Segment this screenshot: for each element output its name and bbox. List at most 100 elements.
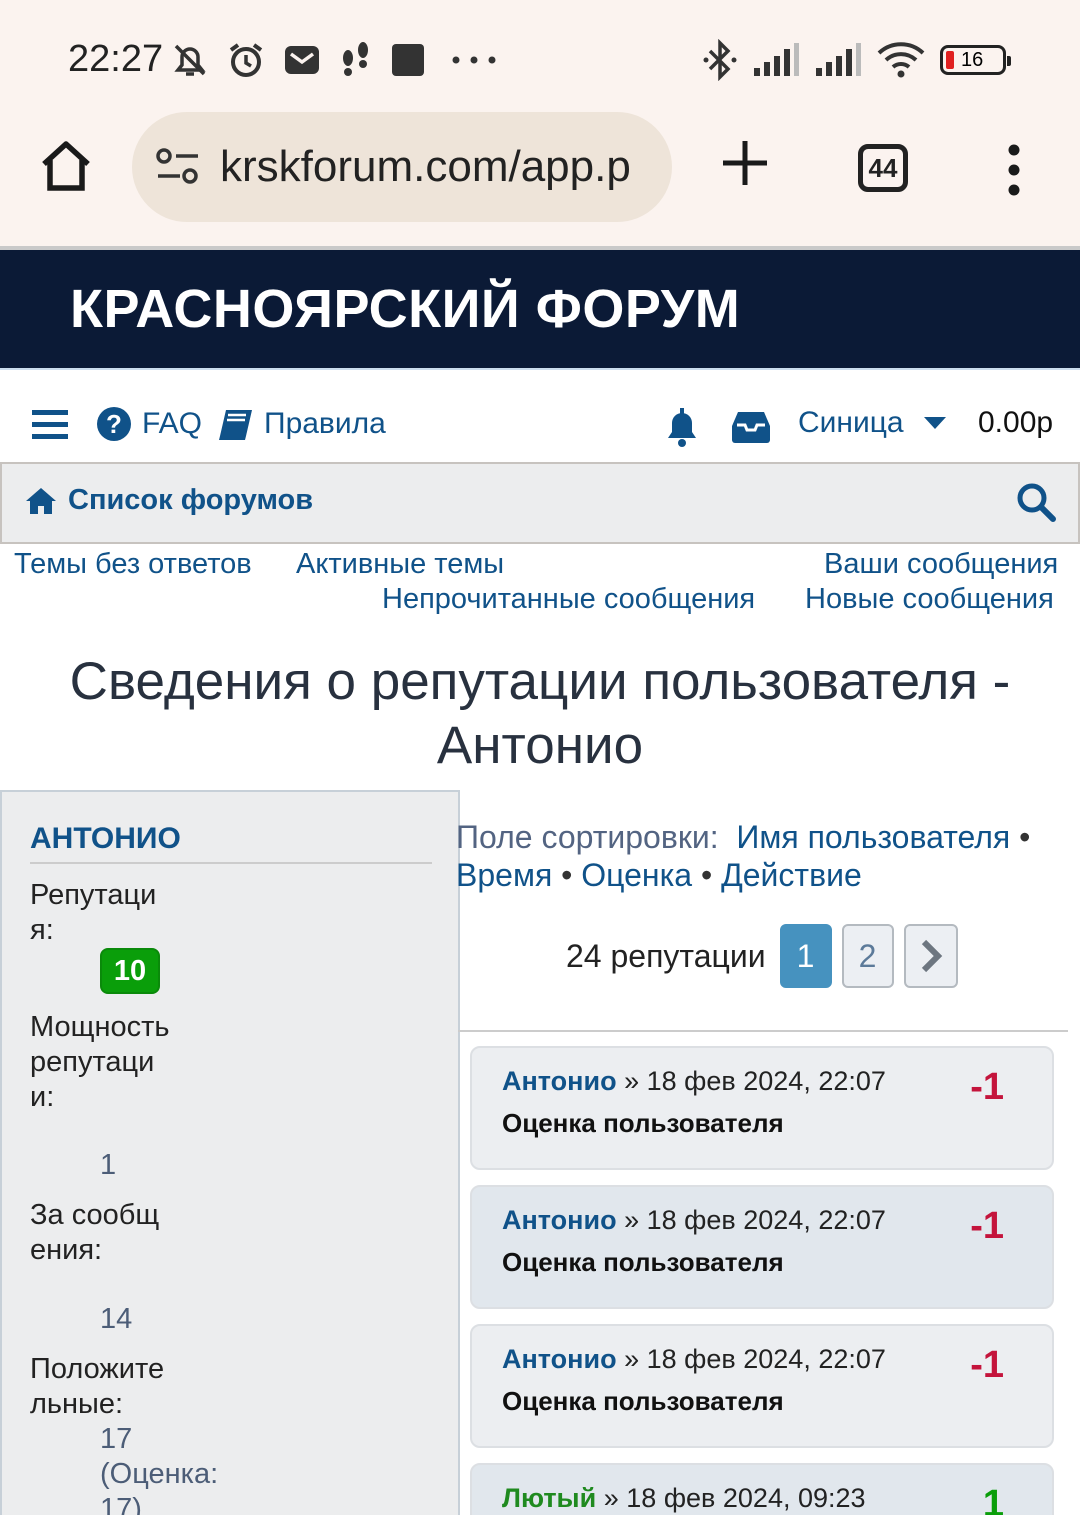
faq-label: FAQ [142,407,203,440]
book-icon [219,410,252,440]
profile-panel: АНТОНИО Репутация: 10 Мощность репутации… [0,790,460,1515]
bluetooth-icon [703,39,737,81]
page-title-line2: Антонио [436,716,644,775]
more-dots-icon [452,56,496,64]
inbox-icon[interactable] [732,410,770,444]
mail-icon [285,46,319,74]
question-circle-icon: ? [97,407,131,441]
reputation-power-value: 1 [100,1149,117,1181]
sort-by-rating[interactable]: Оценка [581,857,692,893]
page-title-line1: Сведения о репутации пользователя - [69,652,1011,711]
reputation-points: -1 [970,1066,1004,1108]
sort-options: Поле сортировки: Имя пользователя • Врем… [456,818,1076,894]
bell-off-icon [174,44,206,76]
reputation-date: 18 фев 2024, 09:23 [626,1483,866,1513]
reputation-user-link[interactable]: Антонио [502,1344,617,1374]
page-2-button[interactable]: 2 [841,924,894,988]
hamburger-menu-icon[interactable] [32,410,68,440]
sort-label: Поле сортировки: [456,819,719,855]
footsteps-icon [343,42,368,76]
battery-icon: 16 [940,45,1011,75]
site-settings-icon[interactable] [154,144,202,188]
active-topics-link[interactable]: Активные темы [296,548,504,581]
svg-text:?: ? [106,409,122,439]
faq-link[interactable]: ? FAQ [96,406,202,442]
reputation-action: Оценка пользователя [502,1386,784,1416]
reputation-item: Антонио » 18 фев 2024, 22:07 Оценка поль… [470,1324,1054,1448]
status-time: 22:27 [68,38,164,80]
username-label: Синица [798,406,904,439]
reputation-points: -1 [970,1344,1004,1386]
list-divider [458,1030,1068,1032]
breadcrumb: Список форумов [0,462,1080,544]
sort-separator: • [1019,819,1031,855]
for-posts-label: За сообщения: [30,1199,160,1266]
status-bar: 22:27 16 [0,0,1080,112]
rules-link[interactable]: Правила [218,406,386,442]
reputation-points: 1 [982,1483,1004,1515]
home-icon[interactable] [36,136,96,196]
search-icon[interactable] [1016,482,1056,522]
user-menu[interactable]: Синица [798,406,948,440]
reputation-power-label: Мощность репутации: [30,1011,170,1113]
reputation-points: -1 [970,1205,1004,1247]
profile-username[interactable]: АНТОНИО [30,822,181,856]
forum-list-link[interactable]: Список форумов [24,484,313,517]
signal-icon [816,43,861,76]
reputation-user-link[interactable]: Лютый [502,1483,596,1513]
reputation-badge: 10 [100,948,160,994]
reputation-user-link[interactable]: Антонио [502,1205,617,1235]
reputation-separator: » [624,1066,640,1096]
reputation-separator: » [624,1205,640,1235]
profile-divider [30,862,432,864]
reputation-date: 18 фев 2024, 22:07 [646,1205,886,1235]
reputation-count: 24 репутации [566,937,766,974]
signal-icon [754,43,799,76]
site-title[interactable]: КРАСНОЯРСКИЙ ФОРУМ [70,278,740,340]
app-square-icon [392,44,424,76]
your-posts-link[interactable]: Ваши сообщения [824,548,1058,581]
reputation-item: Антонио » 18 фев 2024, 22:07 Оценка поль… [470,1046,1054,1170]
reputation-item: Лютый » 18 фев 2024, 09:23 1 [470,1463,1054,1515]
sort-separator: • [561,857,573,893]
wifi-icon [877,42,925,78]
notifications-bell-icon[interactable] [662,406,702,448]
reputation-separator: » [624,1344,640,1374]
unread-posts-link[interactable]: Непрочитанные сообщения [382,583,755,616]
forum-list-label: Список форумов [68,484,314,516]
rules-label: Правила [264,407,386,440]
reputation-date: 18 фев 2024, 22:07 [646,1344,886,1374]
status-icons-right: 16 [702,38,1011,82]
next-page-button[interactable] [903,924,958,988]
new-posts-link[interactable]: Новые сообщения [805,583,1054,616]
reputation-date: 18 фев 2024, 22:07 [646,1066,886,1096]
site-header: КРАСНОЯРСКИЙ ФОРУМ [0,246,1080,368]
chevron-right-icon [921,939,942,973]
reputation-action: Оценка пользователя [502,1247,784,1277]
browser-toolbar: krskforum.com/app.p 44 [0,112,1080,246]
sort-by-action[interactable]: Действие [721,857,862,893]
reputation-user-link[interactable]: Антонио [502,1066,617,1096]
reputation-separator: » [603,1483,619,1513]
browser-menu-icon[interactable] [1004,142,1024,198]
url-bar[interactable]: krskforum.com/app.p [132,112,672,222]
reputation-action: Оценка пользователя [502,1108,784,1138]
positive-value[interactable]: 17 (Оценка: 17) [100,1422,230,1515]
positive-label: Положительные: [30,1353,165,1420]
new-tab-icon[interactable] [718,136,772,190]
reputation-label: Репутация: [30,879,157,946]
nav-bar: ? FAQ Правила Синица 0.00р [0,368,1080,464]
url-text[interactable]: krskforum.com/app.p [220,142,650,192]
status-icons-left [170,38,504,82]
sort-by-time[interactable]: Время [456,857,552,893]
reputation-item: Антонио » 18 фев 2024, 22:07 Оценка поль… [470,1185,1054,1309]
caret-down-icon [923,417,946,429]
sort-by-username[interactable]: Имя пользователя [736,819,1010,855]
sort-separator: • [700,857,713,893]
tab-switcher-button[interactable]: 44 [858,144,908,192]
unanswered-topics-link[interactable]: Темы без ответов [14,548,252,581]
page-1-button[interactable]: 1 [779,924,832,988]
pagination: 24 репутации 1 2 [566,924,958,988]
balance: 0.00р [978,406,1054,439]
page-title: Сведения о репутации пользователя - Анто… [0,650,1080,778]
